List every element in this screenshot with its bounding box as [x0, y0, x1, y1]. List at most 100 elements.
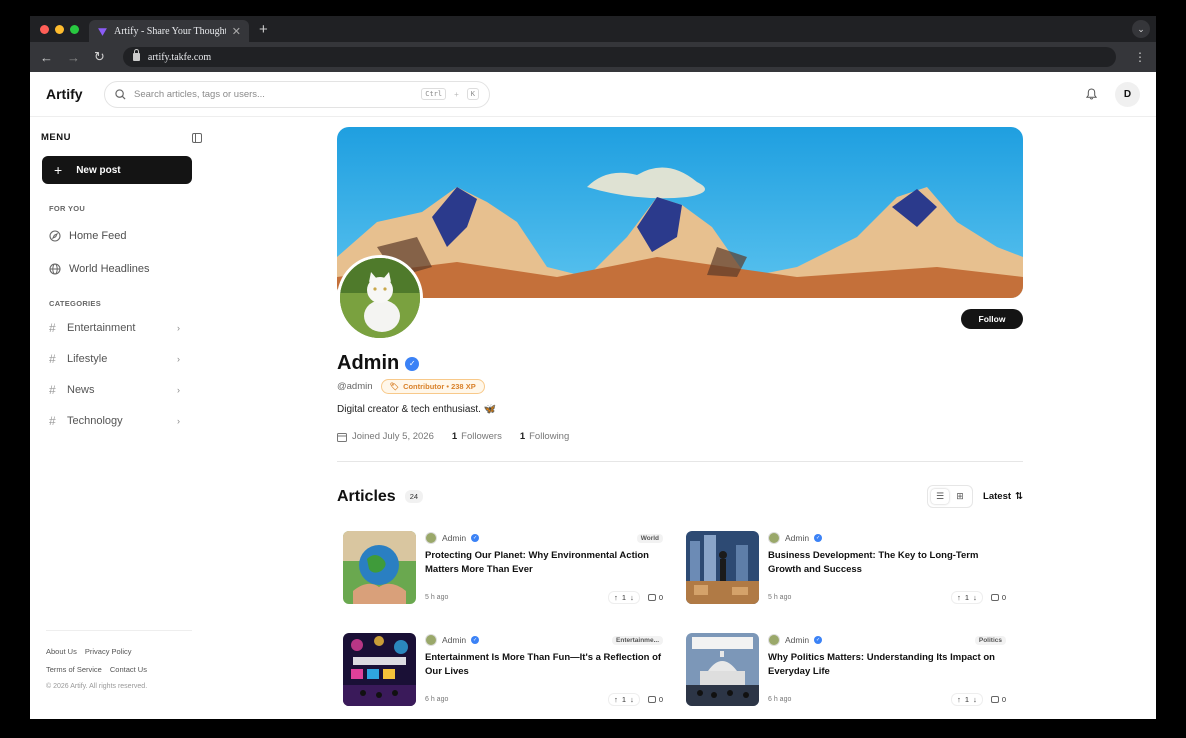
author-name[interactable]: Admin — [442, 533, 466, 543]
downvote-icon[interactable]: ↓ — [630, 695, 634, 704]
sidebar-item-label: World Headlines — [69, 262, 150, 275]
sidebar-item-news[interactable]: # News › — [30, 374, 180, 405]
grid-view-icon[interactable]: ⊞ — [951, 489, 969, 504]
search-placeholder: Search articles, tags or users... — [134, 88, 265, 100]
followers-link[interactable]: 1 Followers — [452, 431, 502, 442]
follow-button[interactable]: Follow — [961, 309, 1023, 329]
article-thumbnail — [343, 531, 416, 604]
article-card[interactable]: Admin ✓ Politics Why Politics Matters: Und… — [680, 633, 1023, 709]
verified-icon: ✓ — [405, 356, 420, 371]
sidebar-item-label: Home Feed — [69, 229, 127, 242]
list-view-icon[interactable]: ☰ — [931, 489, 950, 504]
close-window-button[interactable] — [40, 24, 49, 34]
search-input[interactable]: Search articles, tags or users... Ctrl +… — [104, 80, 490, 108]
sidebar-item-technology[interactable]: # Technology › — [30, 405, 180, 436]
article-card[interactable]: Admin ✓ Entertainme... Entertainment Is Mo… — [337, 633, 680, 709]
new-post-button[interactable]: + New post — [42, 156, 192, 184]
vote-control: ↑ 1 ↓ — [951, 693, 983, 706]
address-bar[interactable]: artify.takfe.com — [122, 47, 1116, 67]
profile-name: Admin — [337, 352, 400, 374]
vote-count: 1 — [964, 593, 970, 602]
profile-handle: @admin — [337, 381, 373, 392]
articles-title: Articles — [337, 487, 396, 505]
new-tab-icon[interactable]: + — [259, 21, 268, 38]
comments-button[interactable]: 0 — [990, 695, 1006, 704]
author-avatar[interactable] — [768, 532, 780, 544]
view-toggle: ☰ ⊞ — [927, 485, 974, 508]
category-tag[interactable]: World — [636, 533, 663, 543]
calendar-icon — [337, 432, 347, 442]
sidebar-item-lifestyle[interactable]: # Lifestyle › — [30, 343, 180, 374]
minimize-window-button[interactable] — [55, 24, 64, 34]
about-link[interactable]: About Us — [46, 647, 77, 656]
comments-button[interactable]: 0 — [990, 593, 1006, 602]
upvote-icon[interactable]: ↑ — [614, 695, 618, 704]
close-tab-icon[interactable]: ✕ — [232, 25, 241, 38]
earth-hands-illustration — [343, 531, 416, 604]
artify-favicon-icon — [98, 27, 107, 36]
reload-icon[interactable]: ↻ — [94, 49, 105, 65]
following-link[interactable]: 1 Following — [520, 431, 569, 442]
followers-label: Followers — [461, 431, 502, 442]
comment-count: 0 — [1001, 593, 1006, 602]
upvote-icon[interactable]: ↑ — [614, 593, 618, 602]
divider — [337, 461, 1023, 462]
menu-title: MENU — [41, 132, 71, 143]
compass-icon — [49, 229, 61, 242]
logo[interactable]: Artify — [46, 86, 104, 102]
comment-icon — [647, 594, 656, 601]
author-avatar[interactable] — [768, 634, 780, 646]
tab-search-icon[interactable]: ⌄ — [1132, 20, 1150, 38]
author-avatar[interactable] — [425, 532, 437, 544]
author-name[interactable]: Admin — [442, 635, 466, 645]
author-name[interactable]: Admin — [785, 533, 809, 543]
comments-button[interactable]: 0 — [647, 593, 663, 602]
articles-grid: Admin ✓ World Protecting Our Planet: Why E… — [337, 531, 1023, 709]
hash-icon: # — [49, 413, 56, 428]
categories-heading: CATEGORIES — [49, 299, 102, 308]
contact-link[interactable]: Contact Us — [110, 665, 147, 674]
article-title[interactable]: Why Politics Matters: Understanding Its … — [768, 651, 1006, 678]
vote-count: 1 — [964, 695, 970, 704]
sidebar-item-entertainment[interactable]: # Entertainment › — [30, 312, 180, 343]
category-tag[interactable]: Entertainme... — [612, 635, 663, 645]
hash-icon: # — [49, 382, 56, 397]
profile-avatar[interactable] — [337, 255, 423, 341]
for-you-heading: FOR YOU — [49, 204, 86, 213]
back-icon[interactable]: ← — [40, 50, 53, 65]
category-tag[interactable]: Politics — [974, 635, 1006, 645]
downvote-icon[interactable]: ↓ — [630, 593, 634, 602]
article-title[interactable]: Entertainment Is More Than Fun—It's a Re… — [425, 651, 663, 678]
sidebar-item-world-headlines[interactable]: World Headlines — [30, 252, 206, 285]
collapse-sidebar-icon[interactable] — [192, 132, 202, 143]
comment-count: 0 — [1001, 695, 1006, 704]
sidebar-item-home-feed[interactable]: Home Feed — [30, 219, 206, 252]
privacy-link[interactable]: Privacy Policy — [85, 647, 132, 656]
downvote-icon[interactable]: ↓ — [973, 695, 977, 704]
upvote-icon[interactable]: ↑ — [957, 593, 961, 602]
hash-icon: # — [49, 351, 56, 366]
cover-image — [337, 127, 1023, 298]
forward-icon[interactable]: → — [67, 50, 80, 65]
author-avatar[interactable] — [425, 634, 437, 646]
terms-link[interactable]: Terms of Service — [46, 665, 102, 674]
article-title[interactable]: Protecting Our Planet: Why Environmental… — [425, 549, 663, 576]
article-title[interactable]: Business Development: The Key to Long-Te… — [768, 549, 1006, 576]
author-name[interactable]: Admin — [785, 635, 809, 645]
comment-icon — [990, 594, 999, 601]
sort-button[interactable]: Latest ⇅ — [983, 491, 1023, 502]
article-thumbnail — [686, 633, 759, 706]
comments-button[interactable]: 0 — [647, 695, 663, 704]
chevron-right-icon: › — [177, 353, 180, 364]
article-card[interactable]: Admin ✓ Business Development: The Key to … — [680, 531, 1023, 607]
browser-menu-icon[interactable]: ⋮ — [1134, 50, 1146, 64]
notification-bell-icon[interactable] — [1086, 88, 1097, 100]
maximize-window-button[interactable] — [70, 24, 79, 34]
user-avatar[interactable]: D — [1115, 81, 1140, 107]
downvote-icon[interactable]: ↓ — [973, 593, 977, 602]
article-card[interactable]: Admin ✓ World Protecting Our Planet: Why E… — [337, 531, 680, 607]
upvote-icon[interactable]: ↑ — [957, 695, 961, 704]
window-controls — [40, 24, 79, 34]
vote-control: ↑ 1 ↓ — [608, 693, 640, 706]
browser-tab[interactable]: Artify - Share Your Thoughts ✕ — [89, 20, 249, 42]
